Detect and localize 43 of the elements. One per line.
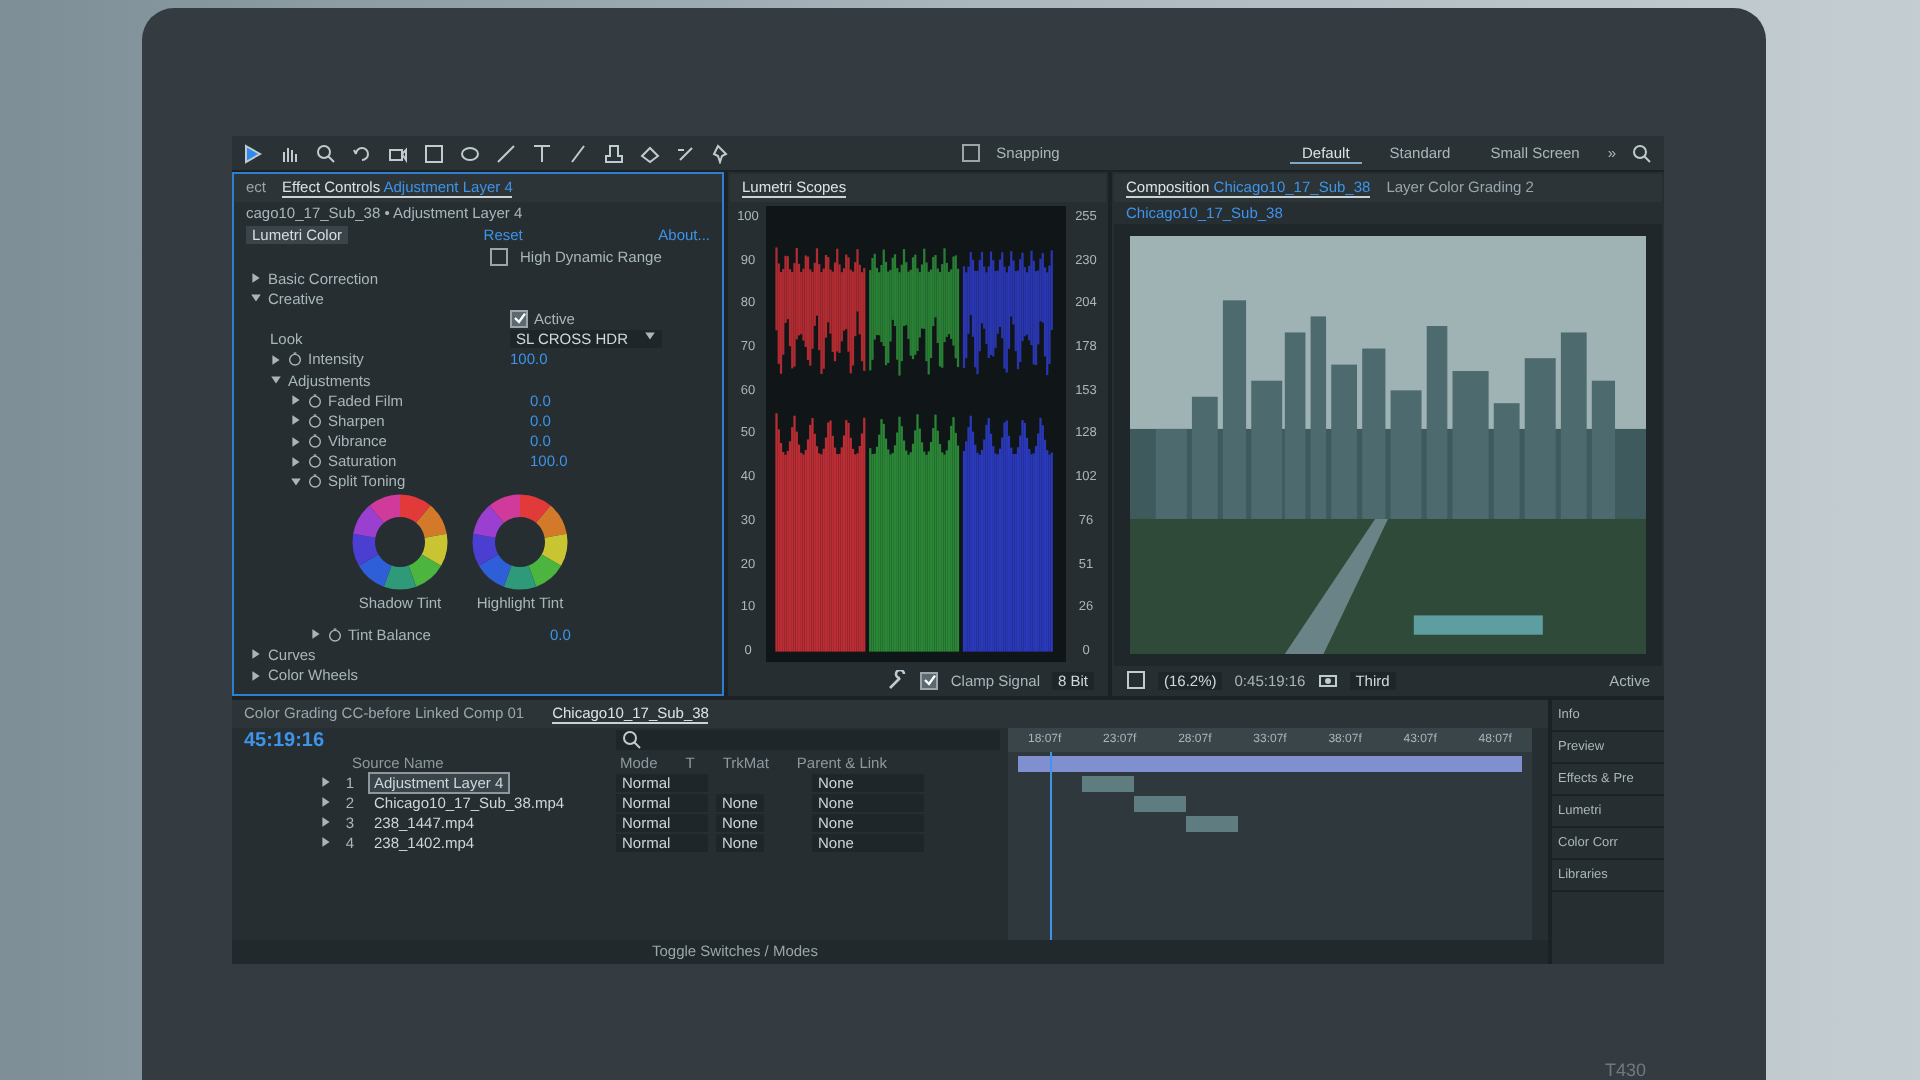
model-label: T430 bbox=[1604, 1060, 1646, 1080]
camera-icon[interactable] bbox=[1317, 670, 1338, 690]
snapping-checkbox[interactable] bbox=[962, 144, 981, 162]
layer-clip bbox=[1081, 776, 1134, 792]
layer-clip bbox=[1186, 816, 1239, 832]
stopwatch-icon[interactable] bbox=[308, 454, 322, 469]
caret-icon[interactable] bbox=[250, 669, 262, 682]
checkbox[interactable] bbox=[510, 309, 528, 328]
checkbox[interactable] bbox=[920, 671, 939, 689]
caret-icon[interactable] bbox=[270, 374, 282, 387]
caret-icon[interactable] bbox=[250, 292, 262, 305]
stopwatch-icon[interactable] bbox=[308, 413, 322, 428]
checkbox[interactable] bbox=[490, 248, 508, 266]
stopwatch-icon[interactable] bbox=[308, 474, 322, 489]
timecode: 45:19:16 bbox=[244, 729, 325, 751]
caret-icon[interactable] bbox=[250, 648, 262, 661]
stopwatch-icon[interactable] bbox=[288, 352, 302, 367]
pin-icon[interactable] bbox=[712, 143, 732, 163]
selection-arrow-icon[interactable] bbox=[244, 143, 264, 163]
stopwatch-icon[interactable] bbox=[308, 434, 322, 449]
stamp-icon[interactable] bbox=[604, 143, 624, 163]
search-icon bbox=[622, 730, 642, 750]
stopwatch-icon[interactable] bbox=[308, 393, 322, 408]
caret-icon[interactable] bbox=[310, 628, 322, 641]
type-icon[interactable] bbox=[532, 143, 552, 163]
caret-icon[interactable] bbox=[290, 394, 302, 407]
rotate-icon[interactable] bbox=[352, 143, 372, 163]
caret-icon[interactable] bbox=[290, 475, 302, 488]
wrench-icon[interactable] bbox=[888, 670, 909, 690]
caret-icon[interactable] bbox=[290, 435, 302, 448]
stopwatch-icon[interactable] bbox=[328, 627, 342, 642]
search-icon[interactable] bbox=[1632, 143, 1653, 163]
caret-icon[interactable] bbox=[270, 353, 282, 366]
caret-icon[interactable] bbox=[290, 414, 302, 427]
caret-icon[interactable] bbox=[290, 455, 302, 468]
caret-icon bbox=[644, 330, 656, 343]
layer-clip bbox=[1133, 796, 1187, 812]
caret-icon[interactable] bbox=[250, 272, 262, 285]
camera-icon[interactable] bbox=[388, 143, 408, 163]
search-field[interactable] bbox=[616, 730, 1000, 750]
color-wheel-icon bbox=[350, 492, 450, 593]
color-wheel-icon bbox=[470, 492, 570, 593]
search-icon[interactable] bbox=[316, 143, 336, 163]
